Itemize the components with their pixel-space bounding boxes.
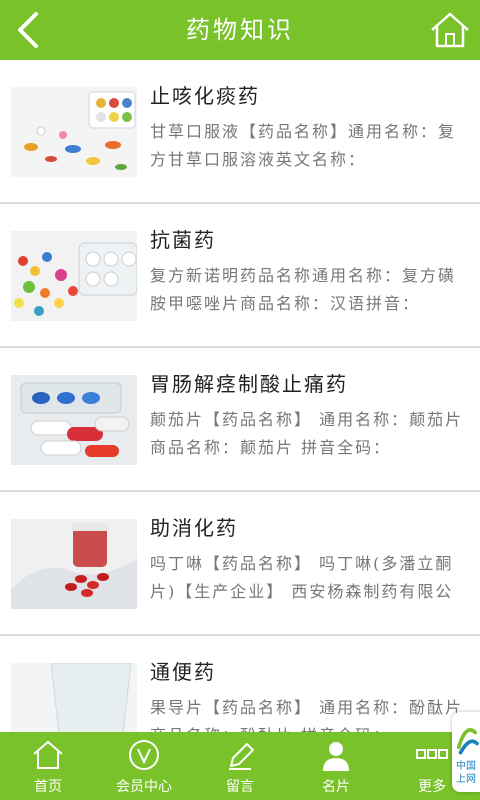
list-item[interactable]: 胃肠解痉制酸止痛药 颠茄片【药品名称】 通用名称：颠茄片 商品名称：颠茄片 拼音… bbox=[0, 348, 480, 492]
tab-label: 首页 bbox=[34, 779, 62, 795]
list-item[interactable]: 抗菌药 复方新诺明药品名称通用名称：复方磺胺甲噁唑片商品名称：汉语拼音： bbox=[0, 204, 480, 348]
network-badge-text: 中国上网 bbox=[456, 761, 476, 785]
gloved-hand-capsules-image bbox=[11, 519, 137, 609]
list-item[interactable]: 止咳化痰药 甘草口服液【药品名称】通用名称：复方甘草口服溶液英文名称： bbox=[0, 60, 480, 204]
drug-list: 止咳化痰药 甘草口服液【药品名称】通用名称：复方甘草口服溶液英文名称： 抗菌药 … bbox=[0, 60, 480, 732]
item-description: 果导片【药品名称】 通用名称：酚酞片 商品名称：酚酞片 拼音全码： bbox=[150, 698, 464, 732]
tab-message[interactable]: 留言 bbox=[192, 732, 288, 800]
item-description: 复方新诺明药品名称通用名称：复方磺胺甲噁唑片商品名称：汉语拼音： bbox=[150, 266, 457, 313]
home-icon[interactable] bbox=[428, 10, 472, 50]
pills-tray-image bbox=[11, 87, 137, 177]
person-icon bbox=[323, 742, 349, 771]
header-bar: 药物知识 bbox=[0, 0, 480, 60]
tab-card[interactable]: 名片 bbox=[288, 732, 384, 800]
tab-member-center[interactable]: 会员中心 bbox=[96, 732, 192, 800]
china-mobile-logo-icon bbox=[456, 728, 479, 755]
tab-label: 会员中心 bbox=[116, 779, 172, 795]
item-description: 颠茄片【药品名称】 通用名称：颠茄片 商品名称：颠茄片 拼音全码： bbox=[150, 410, 464, 457]
item-title: 通便药 bbox=[150, 660, 216, 684]
item-description: 甘草口服液【药品名称】通用名称：复方甘草口服溶液英文名称： bbox=[150, 122, 457, 169]
tablets-pile-image bbox=[11, 231, 137, 321]
page-title: 药物知识 bbox=[186, 16, 294, 44]
member-v-icon bbox=[129, 740, 159, 770]
tab-label: 留言 bbox=[226, 779, 254, 795]
tab-home[interactable]: 首页 bbox=[0, 732, 96, 800]
home-icon bbox=[33, 740, 63, 769]
item-title: 助消化药 bbox=[150, 516, 238, 540]
list-item[interactable]: 通便药 果导片【药品名称】 通用名称：酚酞片 商品名称：酚酞片 拼音全码： bbox=[0, 636, 480, 732]
pencil-icon bbox=[229, 743, 254, 770]
item-title: 抗菌药 bbox=[150, 228, 216, 252]
list-item[interactable]: 助消化药 吗丁啉【药品名称】 吗丁啉(多潘立酮片)【生产企业】 西安杨森制药有限… bbox=[0, 492, 480, 636]
bottom-tab-bar: 首页 会员中心 留言 名片 更多 bbox=[0, 732, 480, 800]
glass-pills-image bbox=[11, 663, 137, 732]
item-title: 胃肠解痉制酸止痛药 bbox=[150, 372, 348, 396]
more-grid-icon bbox=[416, 749, 448, 759]
floating-network-badge[interactable]: 中国上网 bbox=[452, 712, 480, 792]
capsules-blister-image bbox=[11, 375, 137, 465]
tab-label: 名片 bbox=[322, 779, 350, 795]
item-description: 吗丁啉【药品名称】 吗丁啉(多潘立酮片)【生产企业】 西安杨森制药有限公 bbox=[150, 554, 454, 601]
item-title: 止咳化痰药 bbox=[150, 84, 260, 108]
